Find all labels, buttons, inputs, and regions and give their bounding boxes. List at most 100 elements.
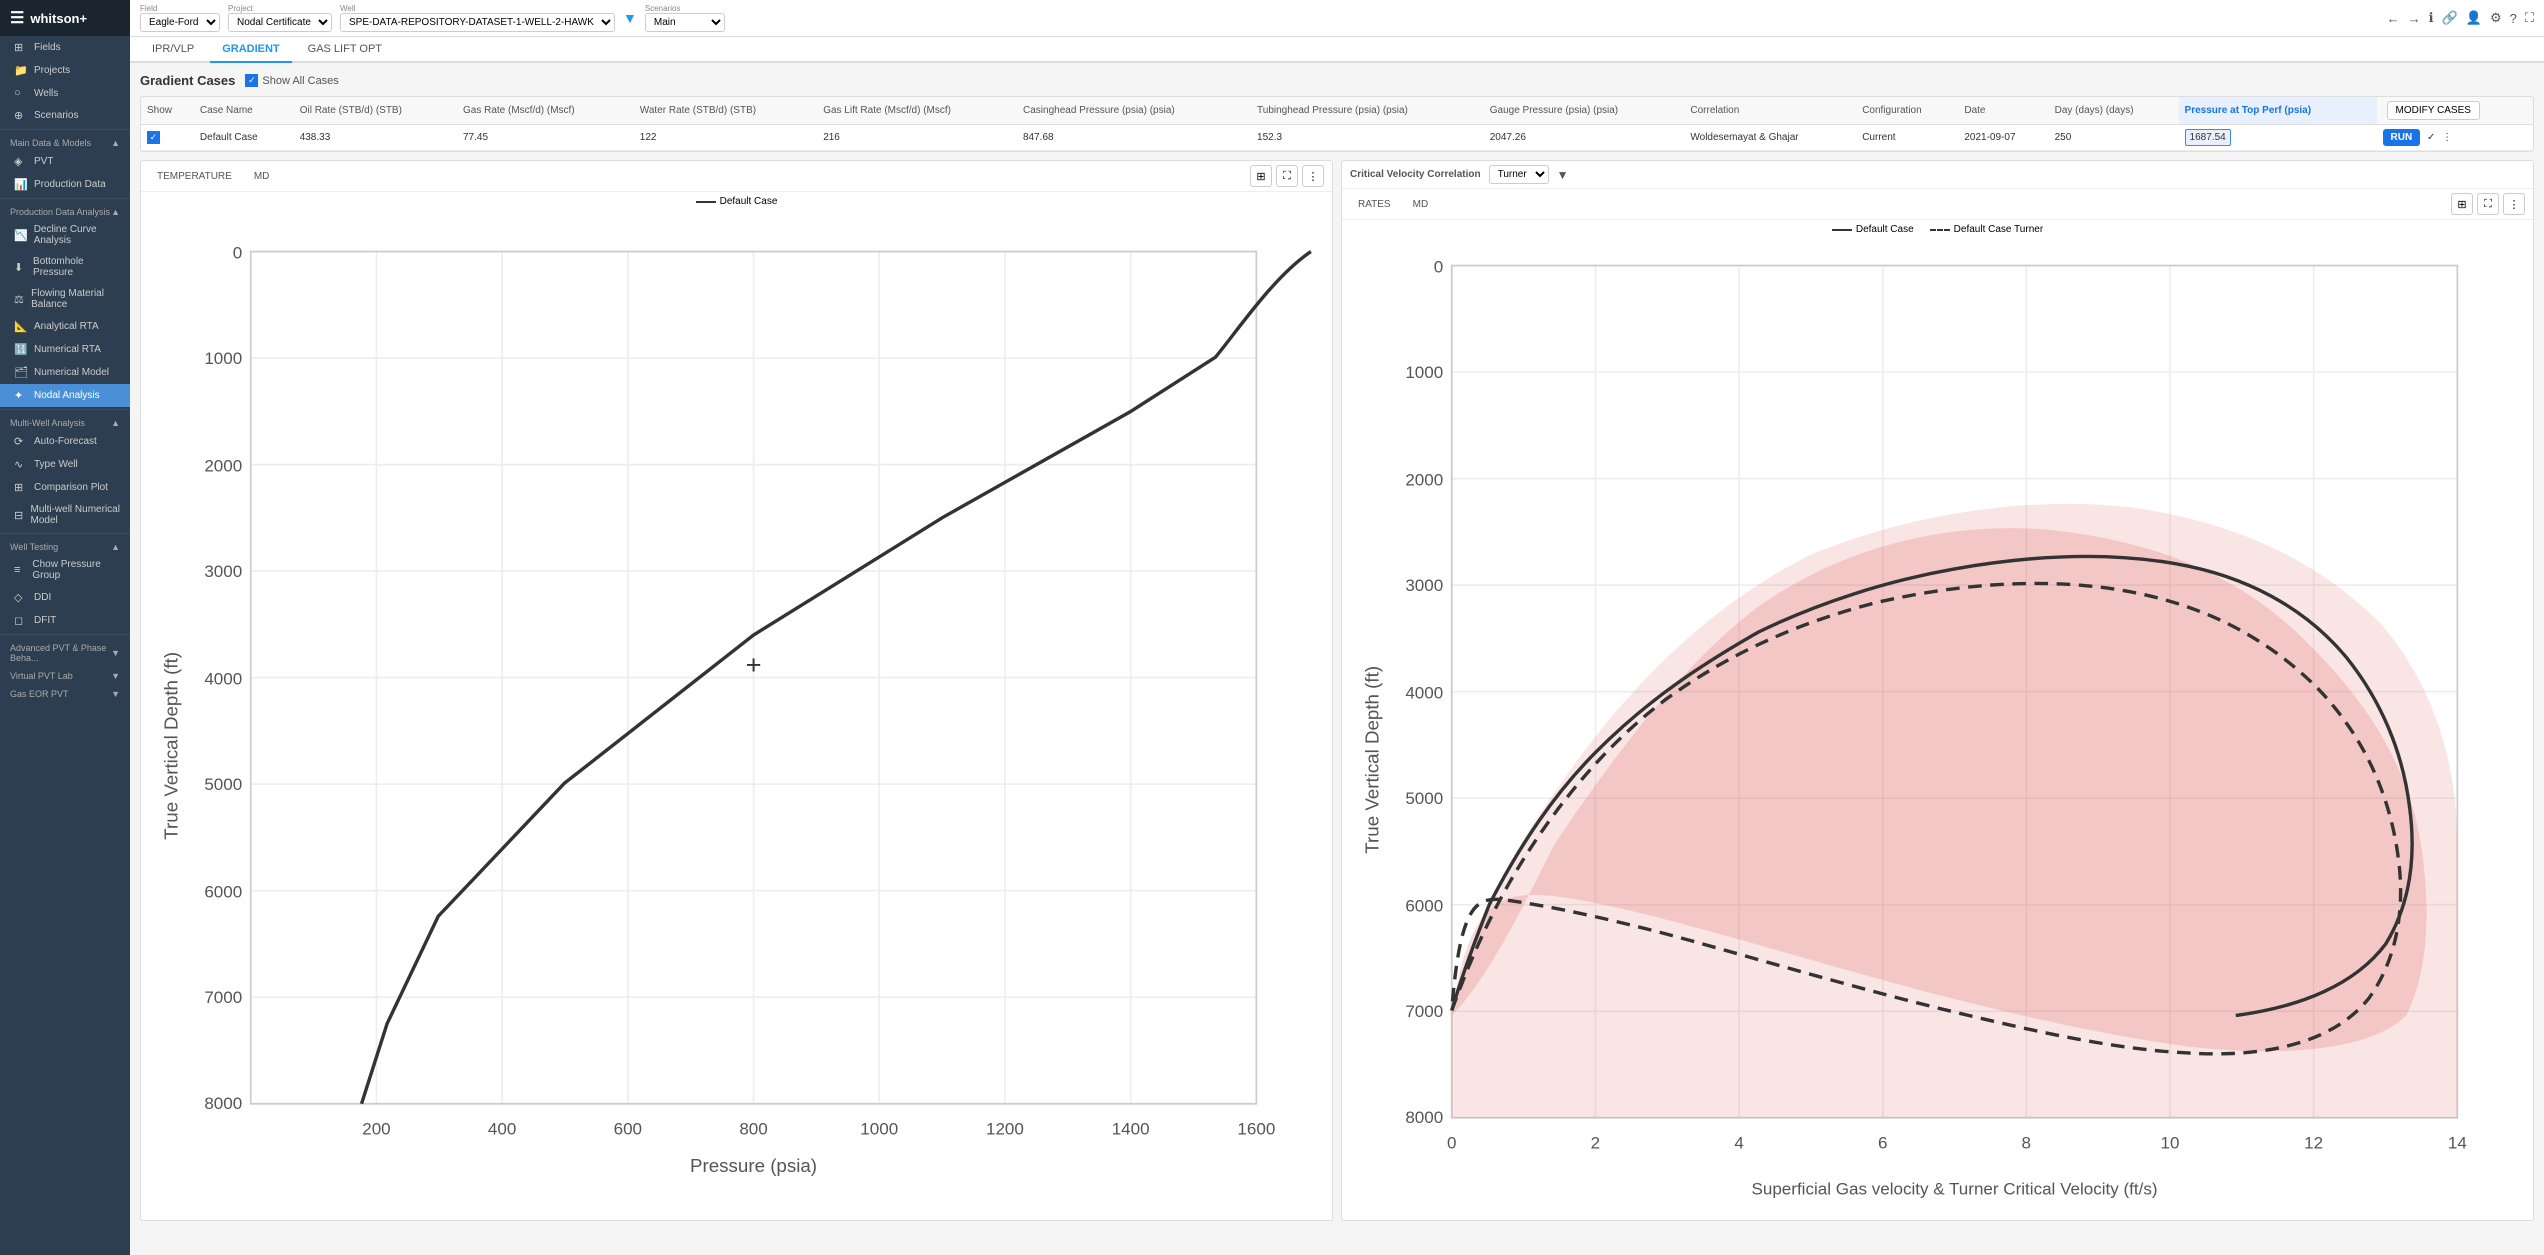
- legend-line-default: [696, 201, 716, 203]
- row-show-checkbox[interactable]: ✓: [147, 131, 160, 144]
- sidebar-item-projects[interactable]: 📁 Projects: [0, 59, 130, 82]
- show-all-label[interactable]: ✓ Show All Cases: [245, 74, 338, 87]
- sidebar-item-scenarios[interactable]: ⊕ Scenarios: [0, 104, 130, 127]
- show-all-checkbox[interactable]: ✓: [245, 74, 258, 87]
- svg-text:2000: 2000: [1405, 470, 1443, 489]
- sidebar-item-analytical-rta[interactable]: 📐 Analytical RTA: [0, 315, 130, 338]
- tab-ipr-vlp[interactable]: IPR/VLP: [140, 37, 206, 63]
- sidebar-item-nodal-analysis[interactable]: ✦ Nodal Analysis: [0, 384, 130, 407]
- svg-text:7000: 7000: [1405, 1002, 1443, 1021]
- tab-gas-lift-opt[interactable]: GAS LIFT OPT: [296, 37, 394, 63]
- right-chart-toolbar: RATES MD ⊞ ⛶ ⋮: [1342, 189, 2533, 220]
- sidebar-item-pvt[interactable]: ◈ PVT: [0, 150, 130, 173]
- sidebar-item-wells[interactable]: ○ Wells: [0, 82, 130, 104]
- section-production-analysis-label: Production Data Analysis: [10, 207, 110, 217]
- link-icon[interactable]: 🔗: [2442, 10, 2458, 26]
- field-select[interactable]: Eagle-Ford: [140, 13, 220, 32]
- section-production-analysis[interactable]: Production Data Analysis ▲: [0, 201, 130, 219]
- sidebar-item-decline-curve[interactable]: 📉 Decline Curve Analysis: [0, 219, 130, 251]
- correlation-select[interactable]: Turner: [1489, 165, 1549, 184]
- velocity-fill-bottom: [1452, 504, 2458, 1118]
- right-tab-rates[interactable]: RATES: [1350, 196, 1399, 213]
- right-chart-expand-icon[interactable]: ⛶: [2477, 193, 2499, 215]
- right-tab-md[interactable]: MD: [1405, 196, 1437, 213]
- user-icon[interactable]: 👤: [2466, 10, 2482, 26]
- run-button[interactable]: RUN: [2383, 129, 2421, 146]
- scenarios-icon: ⊕: [14, 109, 28, 122]
- modify-cases-button[interactable]: MODIFY CASES: [2387, 101, 2480, 120]
- left-tab-temperature[interactable]: TEMPERATURE: [149, 168, 240, 185]
- divider-1: [0, 129, 130, 130]
- sidebar-item-type-well[interactable]: ∿ Type Well: [0, 453, 130, 476]
- sidebar-item-production-data[interactable]: 📊 Production Data: [0, 173, 130, 196]
- sidebar-item-dfit[interactable]: ◻ DFIT: [0, 609, 130, 632]
- left-chart-legend: Default Case: [141, 192, 1332, 211]
- svg-text:1000: 1000: [1405, 363, 1443, 382]
- sidebar: ☰ whitson+ ⊞ Fields 📁 Projects ○ Wells ⊕…: [0, 0, 130, 1255]
- sidebar-label-numerical-rta: Numerical RTA: [34, 344, 101, 355]
- section-virtual-pvt[interactable]: Virtual PVT Lab ▼: [0, 665, 130, 683]
- fields-icon: ⊞: [14, 41, 28, 54]
- legend-default-case: Default Case: [696, 196, 778, 207]
- settings-icon[interactable]: ⚙: [2490, 10, 2502, 26]
- wells-icon: ○: [14, 87, 28, 99]
- svg-text:8000: 8000: [1405, 1108, 1443, 1127]
- sidebar-item-flowing-material[interactable]: ⚖ Flowing Material Balance: [0, 283, 130, 315]
- project-select[interactable]: Nodal Certificate: [228, 13, 332, 32]
- sidebar-item-ddi[interactable]: ◇ DDI: [0, 586, 130, 609]
- sidebar-item-numerical-model[interactable]: 🗂 Numerical Model: [0, 361, 130, 384]
- correlation-label: Critical Velocity Correlation: [1350, 169, 1481, 180]
- sidebar-item-numerical-rta[interactable]: 🔢 Numerical RTA: [0, 338, 130, 361]
- well-filter-icon[interactable]: ▼: [623, 10, 637, 26]
- sidebar-item-chow-pressure[interactable]: ≡ Chow Pressure Group: [0, 554, 130, 586]
- help-icon[interactable]: ?: [2510, 11, 2517, 26]
- main-content: Field Eagle-Ford Project Nodal Certifica…: [130, 0, 2544, 1255]
- expand-icon[interactable]: ⛶: [2525, 10, 2534, 26]
- svg-text:8: 8: [2022, 1133, 2031, 1152]
- gradient-title: Gradient Cases: [140, 73, 235, 88]
- svg-text:3000: 3000: [204, 562, 242, 581]
- back-icon[interactable]: ←: [2387, 11, 2400, 26]
- tab-gradient[interactable]: GRADIENT: [210, 37, 291, 63]
- scenarios-select[interactable]: Main: [645, 13, 725, 32]
- left-chart-expand-icon[interactable]: ⛶: [1276, 165, 1298, 187]
- pressure-value: 1687.54: [2185, 129, 2231, 146]
- left-chart-more-icon[interactable]: ⋮: [1302, 165, 1324, 187]
- check-icon[interactable]: ✓: [2427, 132, 2435, 143]
- legend-solid-line: [1832, 229, 1852, 231]
- cell-gauge: 2047.26: [1484, 125, 1685, 151]
- svg-text:0: 0: [1447, 1133, 1456, 1152]
- section-advanced-pvt[interactable]: Advanced PVT & Phase Beha... ▼: [0, 637, 130, 665]
- col-days: Day (days) (days): [2049, 97, 2179, 125]
- sidebar-item-auto-forecast[interactable]: ⟳ Auto-Forecast: [0, 430, 130, 453]
- section-main-data-label: Main Data & Models: [10, 138, 91, 148]
- well-select[interactable]: SPE-DATA-REPOSITORY-DATASET-1-WELL-2-HAW…: [340, 13, 615, 32]
- more-options-icon[interactable]: ⋮: [2442, 132, 2452, 143]
- sidebar-item-comparison-plot[interactable]: ⊞ Comparison Plot: [0, 476, 130, 499]
- forward-icon[interactable]: →: [2408, 11, 2421, 26]
- left-tab-md[interactable]: MD: [246, 168, 278, 185]
- nav-tabs: IPR/VLP GRADIENT GAS LIFT OPT: [130, 37, 2544, 63]
- hamburger-icon[interactable]: ☰: [10, 8, 24, 28]
- info-icon[interactable]: ℹ: [2429, 10, 2434, 26]
- right-chart-grid-icon[interactable]: ⊞: [2451, 193, 2473, 215]
- correlation-expand-icon[interactable]: ▼: [1557, 168, 1569, 182]
- sidebar-label-chow-pressure: Chow Pressure Group: [32, 559, 120, 581]
- field-selector: Field Eagle-Ford: [140, 4, 220, 32]
- sidebar-item-multi-well-numerical[interactable]: ⊟ Multi-well Numerical Model: [0, 499, 130, 531]
- sidebar-label-projects: Projects: [34, 65, 70, 76]
- section-well-testing[interactable]: Well Testing ▲: [0, 536, 130, 554]
- sidebar-item-fields[interactable]: ⊞ Fields: [0, 36, 130, 59]
- section-gas-eor[interactable]: Gas EOR PVT ▼: [0, 683, 130, 701]
- section-main-data[interactable]: Main Data & Models ▲: [0, 132, 130, 150]
- left-chart-body: True Vertical Depth (ft): [141, 211, 1332, 1220]
- left-chart-grid-icon[interactable]: ⊞: [1250, 165, 1272, 187]
- divider-4: [0, 533, 130, 534]
- section-collapse-icon-6: ▼: [111, 671, 120, 681]
- sidebar-item-bottomhole[interactable]: ⬇ Bottomhole Pressure: [0, 251, 130, 283]
- right-chart-more-icon[interactable]: ⋮: [2503, 193, 2525, 215]
- content-area: Gradient Cases ✓ Show All Cases Show Cas…: [130, 63, 2544, 1255]
- section-multi-well[interactable]: Multi-Well Analysis ▲: [0, 412, 130, 430]
- cell-tubinghead: 152.3: [1251, 125, 1484, 151]
- col-show: Show: [141, 97, 194, 125]
